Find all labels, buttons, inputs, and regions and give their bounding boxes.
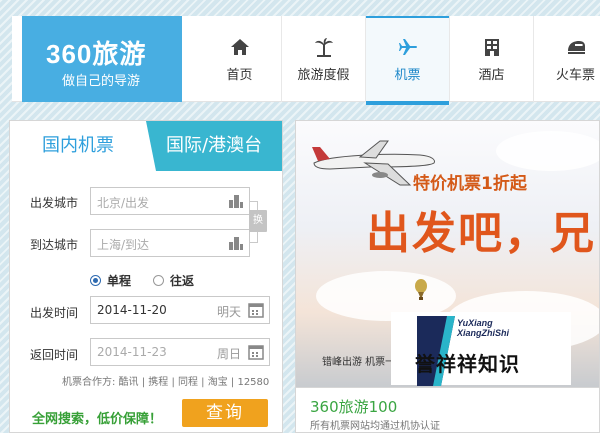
watermark-chinese: 誉祥祥知识 [415,352,520,376]
from-city-label: 出发城市 [30,196,79,210]
calendar-icon[interactable] [248,344,264,360]
radio-checked-indicator [90,275,101,286]
promo-box[interactable]: 360旅游100 所有机票网站均通过机协认证 [295,388,600,433]
depart-date-value: 2014-11-20 [97,303,167,317]
return-date-value: 2014-11-23 [97,345,167,359]
depart-date-input[interactable]: 2014-11-20 明天 [90,296,270,324]
promo-subtitle: 所有机票网站均通过机协认证 [310,421,440,432]
promo-title: 360旅游100 [310,398,398,416]
to-city-input[interactable]: 上海/到达 [90,229,250,257]
flight-search-panel: 国内机票 国际/港澳台 出发城市 北京/出发 到达城市 上海/到达 换 单程 往… [9,120,283,433]
nav-label-train: 火车票 [555,67,595,83]
airplane-icon [398,38,417,55]
site-header: 360旅游 做自己的导游 首页 旅游度假 机票 酒店 火车票 [12,16,600,105]
hotel-icon [484,38,499,56]
nav-label-flights: 机票 [394,67,421,83]
banner-caption: 错峰出游 机票一 [322,357,396,368]
search-tabs: 国内机票 国际/港澳台 [10,121,282,171]
nav-item-home[interactable]: 首页 [198,16,282,102]
search-button[interactable]: 查询 [182,399,268,427]
nav-label-home: 首页 [226,67,253,83]
logo-tagline: 做自己的导游 [62,74,141,89]
flight-partners: 机票合作方: 酷讯 | 携程 | 同程 | 淘宝 | 12580 [62,377,270,388]
trip-round-label: 往返 [170,274,195,288]
to-city-label: 到达城市 [30,238,79,252]
logo-brand: 360旅游 [46,39,147,69]
trip-one-way-radio[interactable]: 单程 [90,272,131,289]
nav-item-vacation[interactable]: 旅游度假 [282,16,366,102]
from-city-placeholder: 北京/出发 [97,196,150,210]
nav-item-train[interactable]: 火车票 [534,16,600,102]
watermark-english-line1: YuXiang [457,318,493,328]
main-nav: 首页 旅游度假 机票 酒店 火车票 [198,16,600,105]
banner-cloud [496,131,599,171]
nav-item-flights[interactable]: 机票 [366,16,450,105]
nav-label-vacation: 旅游度假 [297,67,350,83]
home-icon [230,38,249,55]
to-city-placeholder: 上海/到达 [97,238,150,252]
return-date-input[interactable]: 2014-11-23 周日 [90,338,270,366]
train-icon [567,40,585,54]
calendar-icon[interactable] [248,302,264,318]
trip-one-way-label: 单程 [107,274,132,288]
watermark-english-line2: XiangZhiShi [457,328,510,338]
depart-day-hint: 明天 [216,305,241,319]
return-day-hint: 周日 [216,347,241,361]
banner-headline: 出发吧，兄 [366,208,596,259]
palm-tree-icon [314,37,333,57]
watermark-english: YuXiang XiangZhiShi [457,318,509,338]
watermark: YuXiang XiangZhiShi 誉祥祥知识 [391,312,571,386]
logo[interactable]: 360旅游 做自己的导游 [22,16,182,102]
trip-round-radio[interactable]: 往返 [153,272,194,289]
tab-international-flights[interactable]: 国际/港澳台 [146,121,282,171]
banner-subtitle: 特价机票1折起 [413,174,527,194]
return-date-label: 返回时间 [30,348,79,362]
search-slogan: 全网搜索，低价保障！ [32,412,163,427]
swap-cities-button[interactable]: 换 [249,210,267,232]
radio-unchecked-indicator [153,275,164,286]
hot-air-balloon-icon [415,279,427,300]
nav-label-hotel: 酒店 [478,67,505,83]
nav-item-hotel[interactable]: 酒店 [450,16,534,102]
from-city-input[interactable]: 北京/出发 [90,187,250,215]
city-buildings-icon [229,195,243,208]
city-buildings-icon [229,237,243,250]
tab-domestic-flights[interactable]: 国内机票 [10,121,146,171]
depart-date-label: 出发时间 [30,306,79,320]
